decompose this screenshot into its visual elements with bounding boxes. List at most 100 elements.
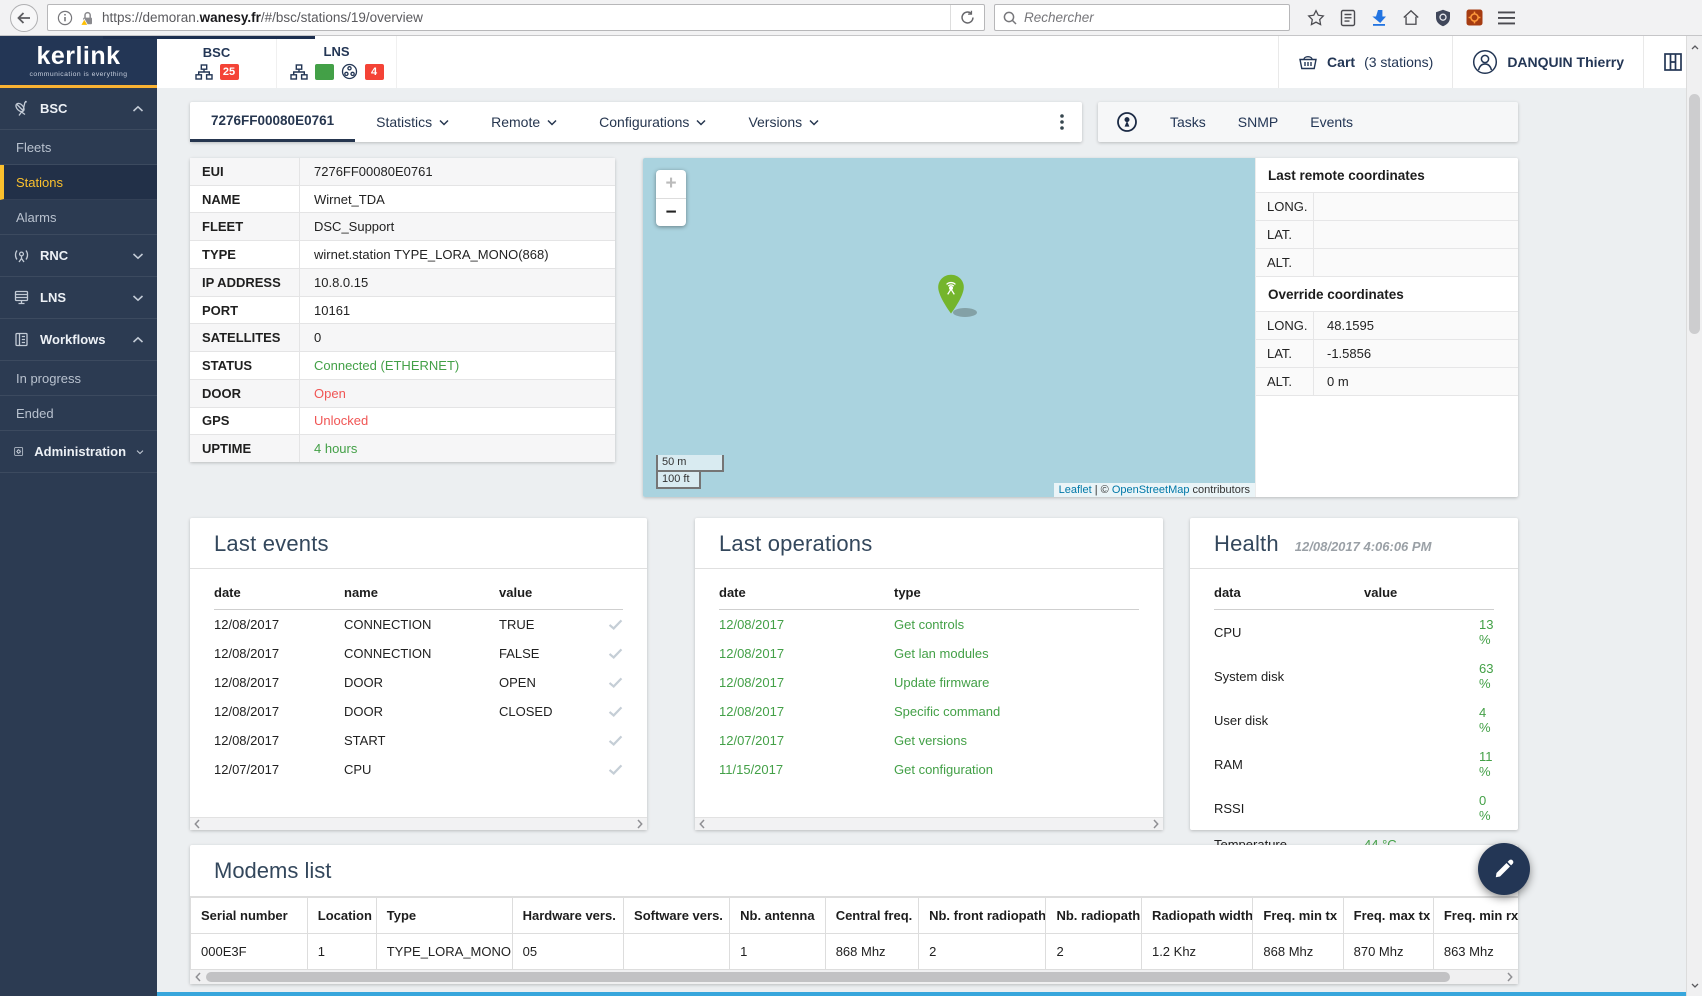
- horizontal-scrollbar[interactable]: [190, 817, 647, 830]
- cell-antenna: 1: [730, 934, 826, 970]
- map[interactable]: + − 50 m 100 ft Leaflet | © Op: [643, 158, 1255, 497]
- tab-remote[interactable]: Remote: [470, 102, 578, 142]
- link-snmp[interactable]: SNMP: [1238, 114, 1278, 130]
- user-menu[interactable]: DANQUIN Thierry: [1452, 36, 1643, 88]
- link-tasks[interactable]: Tasks: [1170, 114, 1206, 130]
- scroll-up-icon[interactable]: [1691, 45, 1699, 50]
- scroll-left-icon[interactable]: [195, 972, 201, 982]
- info-value: DSC_Support: [300, 213, 394, 240]
- downloads-icon[interactable]: [1371, 9, 1387, 26]
- pencil-icon: [1494, 859, 1514, 879]
- sidebar-item-fleets[interactable]: Fleets: [0, 130, 157, 165]
- tab-station-id[interactable]: 7276FF00080E0761: [190, 102, 355, 142]
- tab-statistics[interactable]: Statistics: [355, 102, 470, 142]
- bookmark-star-icon[interactable]: [1307, 9, 1325, 27]
- operation-type-link[interactable]: Get lan modules: [894, 646, 1139, 661]
- zoom-in-button[interactable]: +: [656, 170, 686, 198]
- info-value: wirnet.station TYPE_LORA_MONO(868): [300, 241, 549, 268]
- scrollbar-thumb[interactable]: [206, 972, 1450, 982]
- sidebar-item-workflows[interactable]: Workflows: [0, 319, 157, 361]
- kerlink-logo[interactable]: kerlink communication is everything: [0, 36, 157, 88]
- url-bar[interactable]: https://demoran.wanesy.fr/#/bsc/stations…: [47, 4, 985, 31]
- satellite-dish-icon: [13, 100, 30, 117]
- horizontal-scrollbar[interactable]: [695, 817, 1163, 830]
- table-row: IP ADDRESS10.8.0.15: [190, 269, 615, 297]
- header-tab-bsc[interactable]: BSC 25: [157, 36, 277, 88]
- sidebar-item-alarms[interactable]: Alarms: [0, 200, 157, 235]
- table-row: DOOROpen: [190, 380, 615, 408]
- event-name: DOOR: [344, 675, 499, 690]
- coord-label: LAT.: [1256, 221, 1314, 248]
- event-date: 12/08/2017: [214, 617, 344, 632]
- chevron-down-icon: [696, 119, 706, 126]
- menu-hamburger-icon[interactable]: [1498, 11, 1515, 25]
- col-header-value: value: [1364, 585, 1397, 600]
- coord-value: -1.5856: [1314, 340, 1371, 367]
- keyhole-icon[interactable]: [1116, 111, 1138, 133]
- shield-extension-icon[interactable]: [1435, 9, 1451, 27]
- link-events[interactable]: Events: [1310, 114, 1353, 130]
- browser-search-field[interactable]: Rechercher: [994, 4, 1290, 31]
- event-name: DOOR: [344, 704, 499, 719]
- sidebar-item-lns[interactable]: LNS: [0, 277, 157, 319]
- table-row: RAM11 %: [1214, 742, 1494, 786]
- tab-bar-menu-button[interactable]: [1042, 114, 1082, 130]
- sidebar-item-administration[interactable]: Administration: [0, 431, 157, 473]
- operation-type-link[interactable]: Update firmware: [894, 675, 1139, 690]
- browser-back-button[interactable]: [10, 4, 38, 32]
- check-icon: [608, 648, 623, 659]
- chevron-down-icon: [136, 448, 144, 456]
- antenna-icon: [13, 247, 30, 264]
- operation-type-link[interactable]: Get versions: [894, 733, 1139, 748]
- scroll-right-icon[interactable]: [1153, 819, 1159, 829]
- info-label: DOOR: [190, 380, 300, 407]
- window-scrollbar[interactable]: [1686, 36, 1702, 996]
- scrollbar-thumb[interactable]: [1689, 94, 1700, 334]
- scroll-right-icon[interactable]: [637, 819, 643, 829]
- url-text[interactable]: https://demoran.wanesy.fr/#/bsc/stations…: [102, 10, 423, 25]
- operation-type-link[interactable]: Specific command: [894, 704, 1139, 719]
- reading-list-icon[interactable]: [1340, 9, 1356, 27]
- tab-configurations[interactable]: Configurations: [578, 102, 727, 142]
- reload-icon[interactable]: [960, 10, 975, 25]
- table-row[interactable]: 000E3F 1 TYPE_LORA_MONO 05 1 868 Mhz 2 2…: [191, 934, 1519, 970]
- scroll-left-icon[interactable]: [699, 819, 705, 829]
- sidebar-item-bsc[interactable]: BSC: [0, 88, 157, 130]
- operation-type-link[interactable]: Get configuration: [894, 762, 1139, 777]
- table-row: 12/07/2017Get versions: [719, 726, 1139, 755]
- arrow-left-icon: [17, 12, 31, 24]
- sidebar-item-stations[interactable]: Stations: [0, 165, 157, 200]
- check-icon: [608, 764, 623, 775]
- health-timestamp: 12/08/2017 4:06:06 PM: [1295, 539, 1432, 554]
- leaflet-link[interactable]: Leaflet: [1059, 484, 1092, 496]
- table-row: CPU13 %: [1214, 610, 1494, 654]
- osm-link[interactable]: OpenStreetMap: [1112, 484, 1190, 496]
- search-placeholder: Rechercher: [1024, 10, 1094, 25]
- operation-date: 12/08/2017: [719, 646, 894, 661]
- sidebar-item-rnc[interactable]: RNC: [0, 235, 157, 277]
- scroll-right-icon[interactable]: [1507, 972, 1513, 982]
- tab-label: Configurations: [599, 114, 689, 130]
- insecure-lock-icon[interactable]: [80, 10, 95, 26]
- scroll-left-icon[interactable]: [194, 819, 200, 829]
- zoom-out-button[interactable]: −: [656, 198, 686, 226]
- table-row: 11/15/2017Get configuration: [719, 755, 1139, 784]
- edit-fab-button[interactable]: [1478, 843, 1530, 895]
- horizontal-scrollbar[interactable]: [190, 970, 1518, 984]
- gear-extension-icon[interactable]: [1466, 9, 1483, 26]
- page-info-icon[interactable]: [57, 10, 73, 26]
- home-icon[interactable]: [1402, 9, 1420, 26]
- tab-versions[interactable]: Versions: [727, 102, 840, 142]
- health-metric: User disk: [1214, 713, 1364, 728]
- status-value: Connected (ETHERNET): [300, 352, 459, 379]
- sidebar-item-in-progress[interactable]: In progress: [0, 361, 157, 396]
- logo-tagline: communication is everything: [30, 71, 128, 78]
- scroll-down-icon[interactable]: [1691, 983, 1699, 988]
- sidebar-item-ended[interactable]: Ended: [0, 396, 157, 431]
- search-icon: [1003, 11, 1017, 25]
- header-tab-lns[interactable]: LNS 0 4: [277, 36, 397, 88]
- operation-type-link[interactable]: Get controls: [894, 617, 1139, 632]
- cart-button[interactable]: Cart (3 stations): [1278, 36, 1452, 88]
- station-map-marker[interactable]: [936, 274, 984, 318]
- map-card: + − 50 m 100 ft Leaflet | © Op: [643, 158, 1518, 497]
